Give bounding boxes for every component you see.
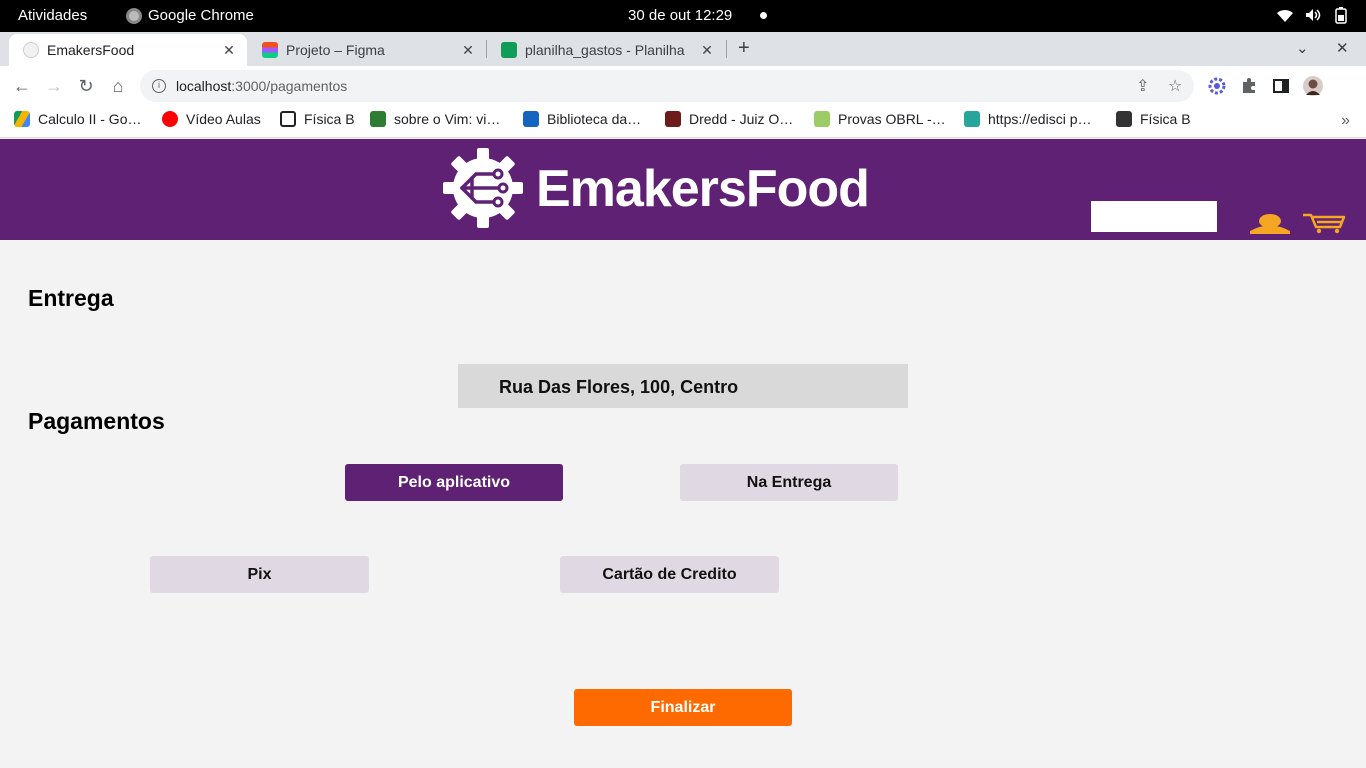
extensions-puzzle-icon[interactable] bbox=[1239, 76, 1259, 96]
tab-title: EmakersFood bbox=[47, 42, 135, 58]
bookmark-item[interactable]: sobre o Vim: vi… bbox=[370, 111, 500, 127]
payments-heading: Pagamentos bbox=[28, 408, 165, 434]
cart-icon[interactable] bbox=[1302, 212, 1346, 234]
more-bookmarks-chevron-icon[interactable]: » bbox=[1341, 112, 1350, 130]
extension-gear-icon[interactable] bbox=[1207, 76, 1227, 96]
volume-icon bbox=[1304, 6, 1322, 24]
browser-toolbar: ← → ↻ ⌂ i localhost:3000/pagamentos ⇪ ☆ bbox=[0, 66, 1366, 106]
bookmark-item[interactable]: Dredd - Juiz O… bbox=[665, 111, 793, 127]
close-icon[interactable]: ✕ bbox=[221, 42, 237, 59]
delivery-address[interactable]: Rua Das Flores, 100, Centro bbox=[458, 364, 908, 408]
credit-card-button[interactable]: Cartão de Credito bbox=[560, 556, 779, 593]
brand-name[interactable]: EmakersFood bbox=[536, 159, 870, 219]
battery-icon bbox=[1332, 6, 1350, 24]
bookmarks-bar: Calculo II - Go… Vídeo Aulas Física B so… bbox=[0, 106, 1366, 138]
tab-title: planilha_gastos - Planilha bbox=[525, 42, 685, 58]
close-icon[interactable]: ✕ bbox=[460, 42, 476, 59]
app-menu[interactable]: Google Chrome bbox=[126, 7, 254, 24]
tab-divider bbox=[726, 40, 727, 58]
bookmark-star-icon[interactable]: ☆ bbox=[1168, 76, 1182, 96]
pix-button[interactable]: Pix bbox=[150, 556, 369, 593]
bookmark-item[interactable]: Vídeo Aulas bbox=[162, 111, 261, 127]
os-top-bar: Atividades Google Chrome 30 de out 12:29 bbox=[0, 0, 1366, 32]
bookmark-item[interactable]: Provas OBRL -… bbox=[814, 111, 946, 127]
pay-in-app-button[interactable]: Pelo aplicativo bbox=[345, 464, 563, 501]
bookmark-label: Física B bbox=[1140, 111, 1191, 127]
vim-icon bbox=[370, 111, 386, 127]
notion-icon bbox=[280, 111, 296, 127]
window-close-icon[interactable]: ✕ bbox=[1336, 39, 1349, 57]
delivery-heading: Entrega bbox=[28, 285, 114, 311]
bookmark-label: https://edisci p… bbox=[988, 111, 1092, 127]
share-icon[interactable]: ⇪ bbox=[1136, 76, 1149, 96]
activities-button[interactable]: Atividades bbox=[18, 7, 87, 24]
new-tab-button[interactable]: + bbox=[738, 37, 750, 60]
tab-title: Projeto – Figma bbox=[286, 42, 385, 58]
reload-icon[interactable]: ↻ bbox=[74, 74, 98, 98]
profile-avatar[interactable] bbox=[1303, 76, 1323, 96]
check-icon bbox=[814, 111, 830, 127]
forward-arrow-icon[interactable]: → bbox=[42, 74, 66, 98]
page-content: EmakersFood Entrega Rua Das Flores, 100,… bbox=[0, 139, 1366, 768]
google-drive-icon bbox=[14, 111, 30, 127]
cloud-icon bbox=[964, 111, 980, 127]
url-path: :3000/pagamentos bbox=[231, 78, 348, 94]
sheets-icon bbox=[501, 42, 517, 58]
bookmark-label: Física B bbox=[304, 111, 355, 127]
url-host: localhost bbox=[176, 78, 232, 94]
close-icon[interactable]: ✕ bbox=[699, 42, 715, 59]
bookmark-label: Biblioteca da… bbox=[547, 111, 642, 127]
tab-search-chevron-icon[interactable]: ⌄ bbox=[1296, 39, 1309, 57]
bookmark-label: sobre o Vim: vi… bbox=[394, 111, 501, 127]
clock[interactable]: 30 de out 12:29 bbox=[628, 7, 732, 24]
user-icon[interactable] bbox=[1248, 212, 1292, 234]
figma-icon bbox=[262, 42, 278, 58]
gear-logo-icon bbox=[443, 148, 523, 228]
bookmark-label: Provas OBRL -… bbox=[838, 111, 946, 127]
tab-figma[interactable]: Projeto – Figma ✕ bbox=[248, 34, 486, 66]
bookmark-item[interactable]: Física B bbox=[1116, 111, 1191, 127]
side-panel-icon[interactable] bbox=[1271, 76, 1291, 96]
tab-emakersfood[interactable]: EmakersFood ✕ bbox=[9, 34, 247, 66]
app-name: Google Chrome bbox=[148, 7, 254, 24]
back-arrow-icon[interactable]: ← bbox=[10, 74, 34, 98]
tab-sheets[interactable]: planilha_gastos - Planilha ✕ bbox=[487, 34, 725, 66]
bookmark-item[interactable]: https://edisci p… bbox=[964, 111, 1092, 127]
site-info-icon[interactable]: i bbox=[152, 79, 166, 93]
notification-dot bbox=[760, 12, 767, 19]
bookmark-label: Dredd - Juiz O… bbox=[689, 111, 794, 127]
bookmark-item[interactable]: Calculo II - Go… bbox=[14, 111, 141, 127]
youtube-icon bbox=[162, 111, 178, 127]
finish-button[interactable]: Finalizar bbox=[574, 689, 792, 726]
tab-divider bbox=[486, 40, 487, 58]
bookmark-label: Calculo II - Go… bbox=[38, 111, 142, 127]
folder-icon bbox=[1116, 111, 1132, 127]
library-icon bbox=[523, 111, 539, 127]
bookmark-label: Vídeo Aulas bbox=[186, 111, 261, 127]
site-header: EmakersFood bbox=[0, 139, 1366, 240]
search-input[interactable] bbox=[1091, 201, 1217, 232]
system-tray[interactable] bbox=[1276, 6, 1350, 24]
movie-icon bbox=[665, 111, 681, 127]
chrome-icon bbox=[126, 7, 142, 24]
site-favicon-icon bbox=[23, 42, 39, 58]
pay-on-delivery-button[interactable]: Na Entrega bbox=[680, 464, 898, 501]
wifi-icon bbox=[1276, 6, 1294, 24]
tab-strip: EmakersFood ✕ Projeto – Figma ✕ planilha… bbox=[0, 32, 1366, 66]
bookmark-item[interactable]: Física B bbox=[280, 111, 355, 127]
bookmark-item[interactable]: Biblioteca da… bbox=[523, 111, 641, 127]
address-bar[interactable]: i localhost:3000/pagamentos bbox=[140, 70, 1194, 102]
home-icon[interactable]: ⌂ bbox=[106, 74, 130, 98]
